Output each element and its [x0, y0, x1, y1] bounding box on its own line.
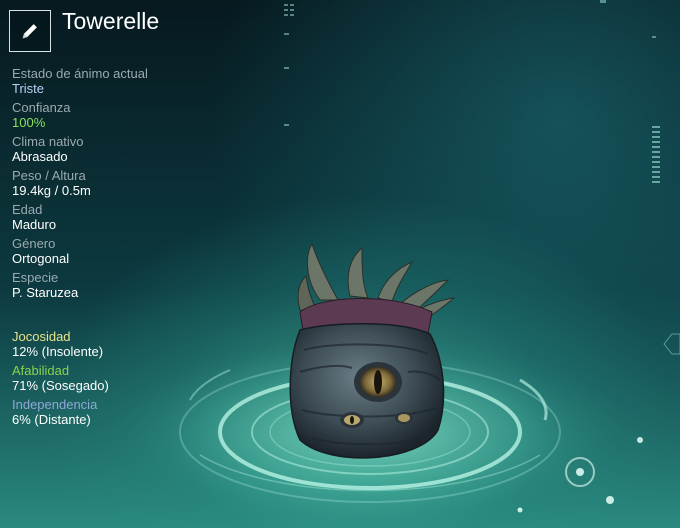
hud-marks — [284, 0, 656, 126]
stat-label: Confianza — [12, 100, 71, 115]
trait-value: 12% (Insolente) — [12, 344, 104, 359]
creature-name: Towerelle — [62, 8, 160, 34]
stat-value: P. Staruzea — [12, 285, 79, 300]
trait-value: 6% (Distante) — [12, 412, 91, 427]
trait-label: Afabilidad — [12, 363, 70, 378]
stat-label: Género — [12, 236, 56, 251]
stat-species: Especie P. Staruzea — [12, 270, 272, 300]
creature-stats: Estado de ánimo actual Triste Confianza … — [12, 66, 272, 304]
hud-scale — [652, 126, 660, 183]
trait-playfulness: Jocosidad 12% (Insolente) — [12, 329, 272, 359]
stat-gender: Género Ortogonal — [12, 236, 272, 266]
stat-mood: Estado de ánimo actual Triste — [12, 66, 272, 96]
edit-name-button[interactable] — [9, 10, 51, 52]
stat-value: Abrasado — [12, 149, 68, 164]
stat-label: Estado de ánimo actual — [12, 66, 148, 81]
stat-value: 100% — [12, 115, 46, 130]
trait-friendliness: Afabilidad 71% (Sosegado) — [12, 363, 272, 393]
pencil-icon — [22, 24, 37, 39]
stat-value: Triste — [12, 81, 45, 96]
trait-label: Independencia — [12, 397, 98, 412]
stat-value: Maduro — [12, 217, 57, 232]
trait-value: 71% (Sosegado) — [12, 378, 109, 393]
trait-label: Jocosidad — [12, 329, 71, 344]
stat-label: Peso / Altura — [12, 168, 86, 183]
stat-label: Clima nativo — [12, 134, 84, 149]
stat-climate: Clima nativo Abrasado — [12, 134, 272, 164]
stat-label: Edad — [12, 202, 43, 217]
stat-label: Especie — [12, 270, 59, 285]
trait-independence: Independencia 6% (Distante) — [12, 397, 272, 427]
creature-traits: Jocosidad 12% (Insolente) Afabilidad 71%… — [12, 329, 272, 431]
stat-age: Edad Maduro — [12, 202, 272, 232]
stat-trust: Confianza 100% — [12, 100, 272, 130]
stat-value: 19.4kg / 0.5m — [12, 183, 91, 198]
stat-weight-height: Peso / Altura 19.4kg / 0.5m — [12, 168, 272, 198]
stat-value: Ortogonal — [12, 251, 70, 266]
hud-hexagon — [663, 333, 680, 355]
